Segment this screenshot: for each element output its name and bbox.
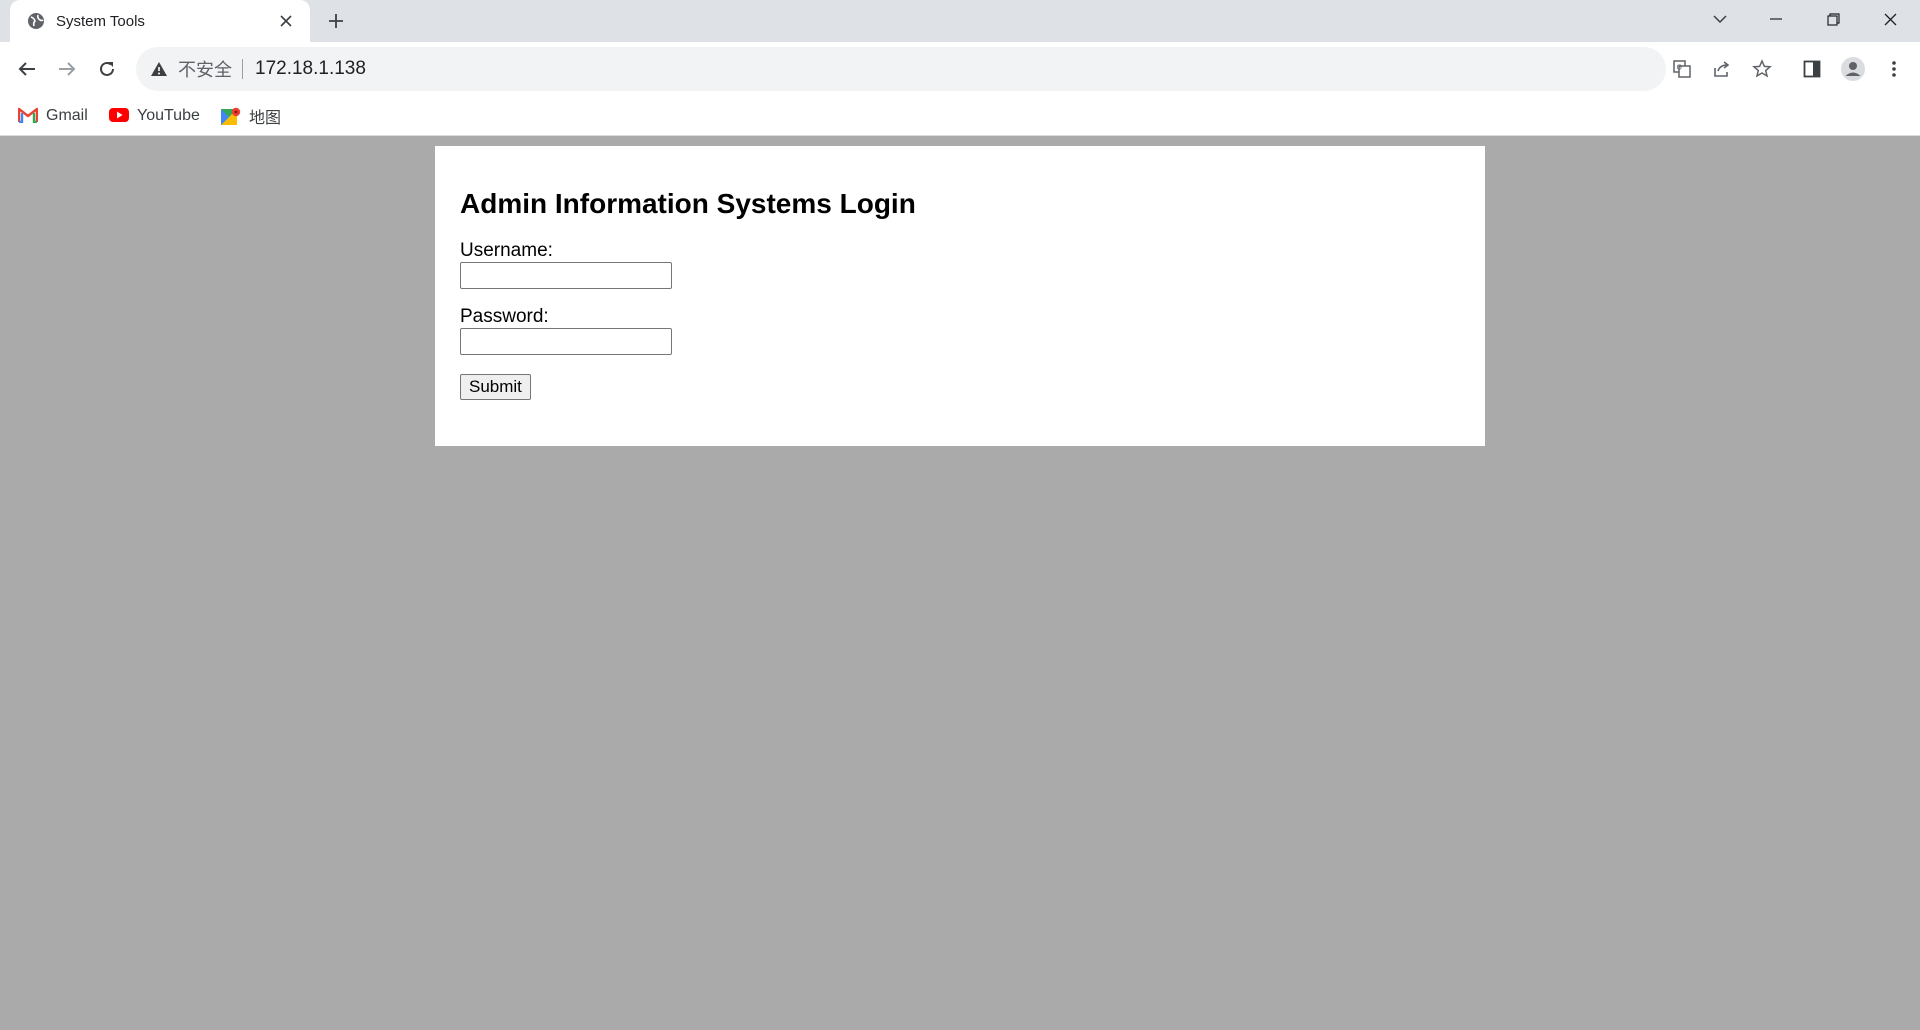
bookmark-label: YouTube	[137, 107, 200, 124]
bookmark-maps[interactable]: 地图	[215, 102, 287, 130]
maps-icon	[221, 107, 241, 125]
username-input[interactable]	[460, 262, 672, 289]
reload-icon[interactable]	[89, 51, 125, 87]
profile-avatar-icon[interactable]	[1835, 51, 1871, 87]
browser-toolbar: 不安全 172.18.1.138 G	[0, 42, 1920, 96]
translate-icon[interactable]: G	[1665, 52, 1699, 86]
back-arrow-icon[interactable]	[9, 51, 45, 87]
tab-close-icon[interactable]	[274, 9, 298, 33]
warning-icon[interactable]	[150, 60, 168, 78]
login-card: Admin Information Systems Login Username…	[435, 146, 1485, 446]
bookmark-youtube[interactable]: YouTube	[103, 102, 206, 130]
url-text[interactable]: 172.18.1.138	[255, 58, 366, 80]
address-separator	[242, 59, 243, 79]
bookmarks-bar: Gmail YouTube 地图	[0, 96, 1920, 136]
restore-icon[interactable]	[1805, 0, 1861, 38]
close-window-icon[interactable]	[1862, 0, 1918, 38]
bookmark-gmail[interactable]: Gmail	[12, 102, 94, 130]
tab-strip: System Tools	[0, 0, 1920, 42]
bookmark-label: 地图	[249, 110, 282, 127]
security-label[interactable]: 不安全	[178, 56, 232, 82]
globe-icon	[26, 11, 46, 31]
page-title: Admin Information Systems Login	[460, 188, 916, 219]
youtube-icon	[109, 107, 129, 125]
share-icon[interactable]	[1705, 52, 1739, 86]
gmail-icon	[18, 107, 38, 125]
bookmark-label: Gmail	[46, 107, 88, 124]
page-viewport: Admin Information Systems Login Username…	[0, 136, 1920, 1030]
address-bar[interactable]: 不安全 172.18.1.138	[136, 47, 1666, 91]
password-label: Password:	[460, 306, 549, 327]
forward-arrow-icon[interactable]	[49, 51, 85, 87]
password-input[interactable]	[460, 328, 672, 355]
bookmark-star-icon[interactable]	[1745, 52, 1779, 86]
submit-button[interactable]: Submit	[460, 374, 531, 400]
minimize-icon[interactable]	[1748, 0, 1804, 38]
more-menu-icon[interactable]	[1876, 51, 1912, 87]
login-form: Username: Password: Submit	[460, 240, 1460, 400]
tab-title: System Tools	[56, 12, 145, 30]
username-label: Username:	[460, 240, 553, 261]
tab-search-chevron-icon[interactable]	[1692, 0, 1748, 38]
new-tab-icon[interactable]	[322, 7, 350, 35]
side-panel-icon[interactable]	[1794, 51, 1830, 87]
browser-tab[interactable]: System Tools	[10, 0, 310, 42]
svg-text:G: G	[1677, 64, 1682, 72]
